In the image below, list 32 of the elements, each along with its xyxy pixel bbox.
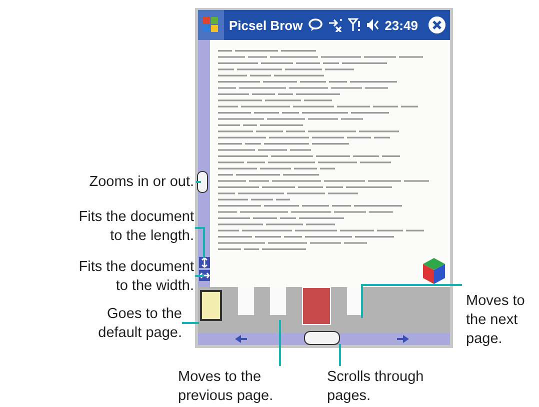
speaker-icon[interactable] [366, 18, 380, 32]
signal-icon[interactable] [348, 18, 361, 32]
scroll-handle[interactable] [304, 331, 340, 345]
start-flag-icon[interactable] [198, 10, 224, 40]
app-title: Picsel Brow [229, 18, 303, 32]
leader-line [279, 320, 281, 366]
callout-text: Zooms in or out. [89, 173, 194, 192]
page-thumbnail[interactable] [270, 287, 286, 315]
left-arrow-icon[interactable] [234, 334, 248, 344]
close-icon[interactable] [428, 16, 446, 34]
connectivity-icon[interactable] [328, 18, 343, 32]
cube-icon[interactable] [422, 257, 446, 285]
callout-text: Fits the document to the length. [78, 208, 194, 246]
fit-width-icon[interactable] [198, 270, 210, 281]
callout-text: Scrolls through pages. [327, 368, 424, 406]
callout-text: Fits the document to the width. [78, 258, 194, 296]
callout-text: Moves to the previous page. [178, 368, 274, 406]
leader-line [182, 322, 199, 324]
page-thumbnail[interactable] [302, 287, 331, 325]
leader-line [196, 181, 201, 183]
zoom-handle[interactable] [196, 171, 208, 193]
leader-line [195, 275, 204, 277]
default-page-button[interactable] [200, 290, 222, 321]
chat-bubble-icon[interactable] [308, 18, 323, 32]
callout-text: Goes to the default page. [98, 305, 182, 343]
fit-length-icon[interactable] [198, 257, 210, 268]
leader-line [195, 227, 205, 258]
clock-time: 23:49 [384, 18, 418, 32]
page-thumbnail[interactable] [238, 287, 254, 315]
leader-line [339, 344, 341, 366]
right-arrow-icon[interactable] [396, 334, 410, 344]
callout-text: Moves to the next page. [466, 292, 525, 349]
